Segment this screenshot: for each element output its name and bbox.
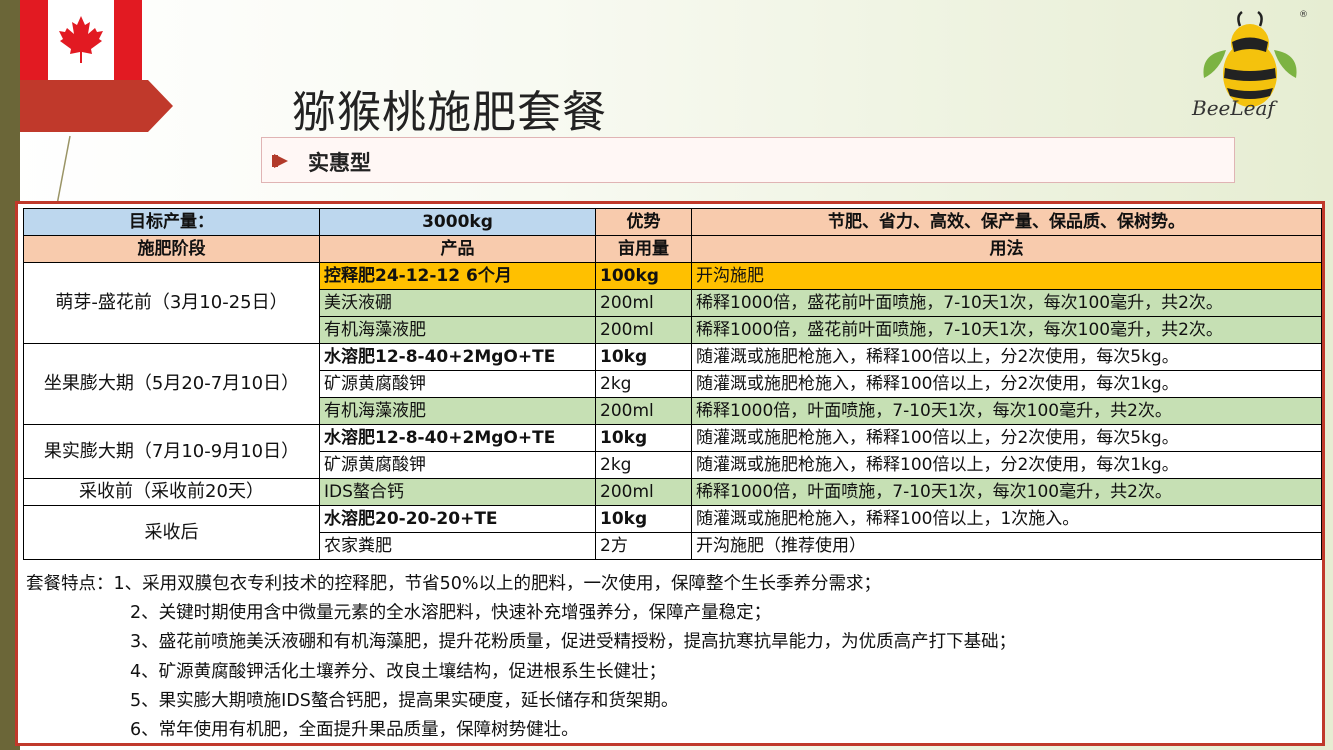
beeleaf-logo: ® BeeLeaf [1190, 8, 1310, 128]
amount-cell: 10kg [595, 343, 692, 371]
col-product-header: 产品 [319, 235, 596, 263]
product-cell: 控释肥24-12-12 6个月 [319, 262, 596, 290]
amount-cell: 2kg [595, 451, 692, 479]
advantage-label: 优势 [595, 208, 692, 236]
amount-cell: 2方 [595, 532, 692, 560]
product-cell: 水溶肥12-8-40+2MgO+TE [319, 343, 596, 371]
canada-flag [20, 0, 142, 80]
table-row: 萌芽-盛花前（3月10-25日） 控释肥24-12-12 6个月 100kg 开… [23, 262, 1322, 344]
product-cell: IDS螯合钙 [319, 478, 596, 506]
target-yield-label: 目标产量： [23, 208, 320, 236]
note-line: 2、关键时期使用含中微量元素的全水溶肥料，快速补充增强养分，保障产量稳定； [130, 603, 772, 624]
plan-features-notes: 套餐特点：1、采用双膜包衣专利技术的控释肥，节省50%以上的肥料，一次使用，保障… [26, 570, 1016, 745]
note-line: 4、矿源黄腐酸钾活化土壤养分、改良土壤结构，促进根系生长健壮； [130, 661, 667, 682]
stage-cell: 萌芽-盛花前（3月10-25日） [23, 262, 320, 344]
usage-cell: 随灌溉或施肥枪施入，稀释100倍以上，分2次使用，每次5kg。 [691, 343, 1322, 371]
amount-cell: 100kg [595, 262, 692, 290]
stage-cell: 坐果膨大期（5月20-7月10日） [23, 343, 320, 425]
bullet-arrow-icon [274, 154, 288, 168]
table-row: 目标产量： 3000kg 优势 节肥、省力、高效、保产量、保品质、保树势。 [23, 208, 1322, 236]
table-header-row: 施肥阶段 产品 亩用量 用法 [23, 235, 1322, 263]
note-line: 3、盛花前喷施美沃液硼和有机海藻肥，提升花粉质量，促进受精授粉，提高抗寒抗旱能力… [130, 632, 1017, 653]
fertilizer-plan-panel: 目标产量： 3000kg 优势 节肥、省力、高效、保产量、保品质、保树势。 施肥… [15, 201, 1325, 746]
amount-cell: 2kg [595, 370, 692, 398]
col-stage-header: 施肥阶段 [23, 235, 320, 263]
usage-cell: 稀释1000倍，叶面喷施，7-10天1次，每次100毫升，共2次。 [691, 397, 1322, 425]
col-usage-header: 用法 [691, 235, 1322, 263]
product-cell: 有机海藻液肥 [319, 316, 596, 344]
amount-cell: 200ml [595, 478, 692, 506]
plan-table: 目标产量： 3000kg 优势 节肥、省力、高效、保产量、保品质、保树势。 施肥… [23, 208, 1322, 560]
product-cell: 矿源黄腐酸钾 [319, 451, 596, 479]
maple-leaf-icon [59, 16, 103, 63]
amount-cell: 200ml [595, 289, 692, 317]
usage-cell: 开沟施肥 [691, 262, 1322, 290]
page-title: 猕猴桃施肥套餐 [292, 87, 607, 138]
usage-cell: 随灌溉或施肥枪施入，稀释100倍以上，分2次使用，每次1kg。 [691, 370, 1322, 398]
product-cell: 矿源黄腐酸钾 [319, 370, 596, 398]
note-line: 5、果实膨大期喷施IDS螯合钙肥，提高果实硬度，延长储存和货架期。 [130, 690, 679, 711]
subtitle: 实惠型 [308, 151, 371, 175]
usage-cell: 稀释1000倍，叶面喷施，7-10天1次，每次100毫升，共2次。 [691, 478, 1322, 506]
subtitle-box: 实惠型 [261, 137, 1235, 183]
usage-cell: 稀释1000倍，盛花前叶面喷施，7-10天1次，每次100毫升，共2次。 [691, 289, 1322, 317]
product-cell: 美沃液硼 [319, 289, 596, 317]
logo-text: BeeLeaf [1192, 96, 1275, 120]
usage-cell: 随灌溉或施肥枪施入，稀释100倍以上，分2次使用，每次5kg。 [691, 424, 1322, 452]
amount-cell: 10kg [595, 505, 692, 533]
target-yield-value: 3000kg [319, 208, 596, 236]
usage-cell: 开沟施肥（推荐使用） [691, 532, 1322, 560]
table-row: 采收后 水溶肥20-20-20+TE 10kg 随灌溉或施肥枪施入，稀释100倍… [23, 505, 1322, 560]
stage-cell: 果实膨大期（7月10-9月10日） [23, 424, 320, 479]
amount-cell: 10kg [595, 424, 692, 452]
usage-cell: 随灌溉或施肥枪施入，稀释100倍以上，1次施入。 [691, 505, 1322, 533]
product-cell: 有机海藻液肥 [319, 397, 596, 425]
amount-cell: 200ml [595, 397, 692, 425]
registered-mark: ® [1299, 10, 1308, 20]
table-row: 采收前（采收前20天） IDS螯合钙 200ml 稀释1000倍，叶面喷施，7-… [23, 478, 1322, 506]
stage-cell: 采收后 [23, 505, 320, 560]
amount-cell: 200ml [595, 316, 692, 344]
note-line: 套餐特点：1、采用双膜包衣专利技术的控释肥，节省50%以上的肥料，一次使用，保障… [26, 574, 882, 594]
product-cell: 水溶肥12-8-40+2MgO+TE [319, 424, 596, 452]
stage-cell: 采收前（采收前20天） [23, 478, 320, 506]
table-row: 坐果膨大期（5月20-7月10日） 水溶肥12-8-40+2MgO+TE 10k… [23, 343, 1322, 425]
advantage-value: 节肥、省力、高效、保产量、保品质、保树势。 [691, 208, 1322, 236]
arrow-banner [20, 80, 173, 132]
table-row: 果实膨大期（7月10-9月10日） 水溶肥12-8-40+2MgO+TE 10k… [23, 424, 1322, 479]
usage-cell: 随灌溉或施肥枪施入，稀释100倍以上，分2次使用，每次1kg。 [691, 451, 1322, 479]
product-cell: 水溶肥20-20-20+TE [319, 505, 596, 533]
col-amount-header: 亩用量 [595, 235, 692, 263]
decor-line [55, 135, 71, 211]
usage-cell: 稀释1000倍，盛花前叶面喷施，7-10天1次，每次100毫升，共2次。 [691, 316, 1322, 344]
note-line: 6、常年使用有机肥，全面提升果品质量，保障树势健壮。 [130, 720, 579, 741]
product-cell: 农家粪肥 [319, 532, 596, 560]
